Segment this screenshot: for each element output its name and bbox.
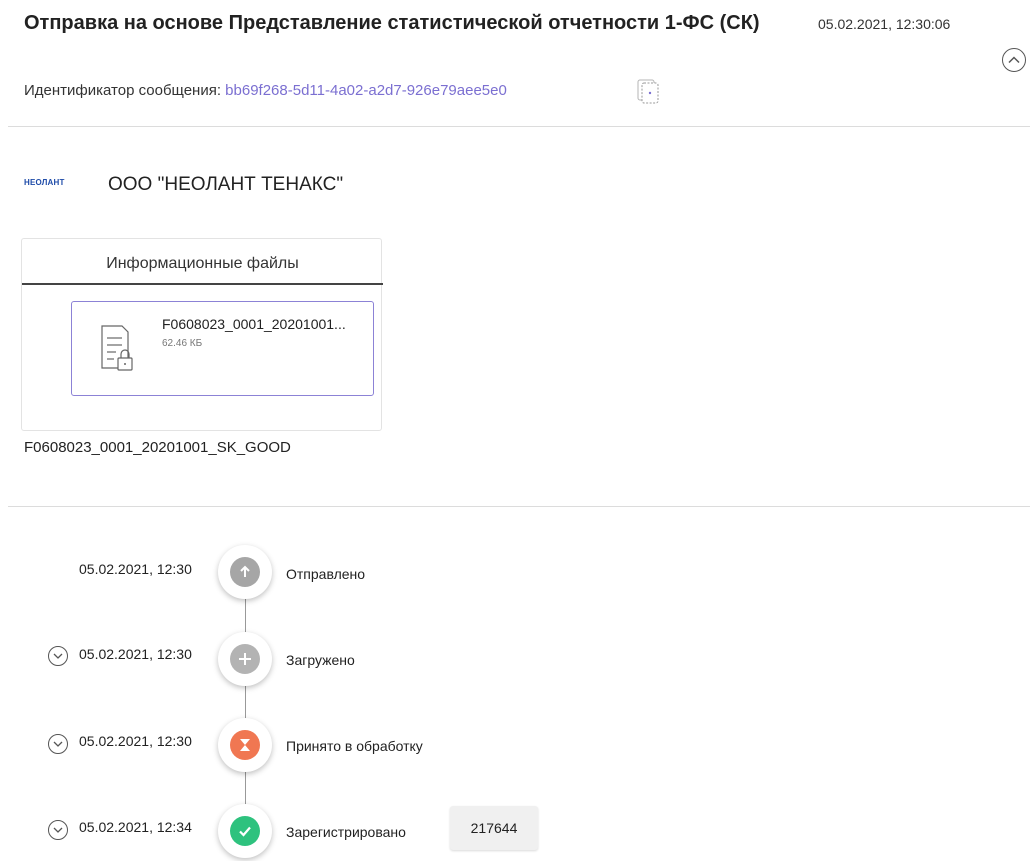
arrow-up-icon: [230, 557, 260, 587]
message-id-label: Идентификатор сообщения:: [24, 82, 226, 99]
organization-name: ООО "НЕОЛАНТ ТЕНАКС": [108, 174, 344, 195]
timeline-date: 05.02.2021, 12:34: [79, 819, 192, 835]
expand-button[interactable]: [48, 646, 68, 666]
chevron-down-icon: [53, 741, 63, 747]
message-id-value[interactable]: bb69f268-5d11-4a02-a2d7-926e79aee5e0: [225, 82, 507, 99]
timeline-status: Зарегистрировано: [286, 824, 406, 840]
timeline-date: 05.02.2021, 12:30: [79, 646, 192, 662]
files-panel: Информационные файлы F0608023_0001_20201…: [21, 238, 383, 431]
hourglass-icon: [230, 730, 260, 760]
timeline-connector: [245, 772, 246, 806]
plus-icon: [230, 644, 260, 674]
header-datetime: 05.02.2021, 12:30:06: [818, 16, 951, 32]
file-caption: F0608023_0001_20201001_SK_GOOD: [24, 439, 291, 456]
file-size: 62.46 КБ: [162, 338, 203, 349]
chevron-down-icon: [53, 827, 63, 833]
page-title: Отправка на основе Представление статист…: [24, 12, 760, 34]
organization-logo: НЕОЛАНТ: [24, 178, 65, 187]
message-id: Идентификатор сообщения: bb69f268-5d11-4…: [24, 82, 507, 99]
encrypted-document-icon: [100, 324, 140, 381]
timeline-status: Загружено: [286, 652, 355, 668]
timeline-node: [218, 632, 272, 686]
registration-number-badge: 217644: [450, 806, 538, 850]
divider: [8, 126, 1030, 127]
timeline-node: [218, 718, 272, 772]
divider: [8, 506, 1030, 507]
expand-button[interactable]: [48, 820, 68, 840]
copy-icon[interactable]: [636, 78, 660, 109]
timeline-status: Отправлено: [286, 566, 366, 582]
file-card[interactable]: F0608023_0001_20201001... 62.46 КБ: [71, 301, 374, 396]
chevron-down-icon: [53, 653, 63, 659]
check-icon: [230, 816, 260, 846]
timeline-node: [218, 545, 272, 599]
timeline-date: 05.02.2021, 12:30: [79, 561, 192, 577]
timeline-connector: [245, 686, 246, 720]
timeline-node: [218, 804, 272, 858]
collapse-button[interactable]: [1002, 48, 1026, 72]
timeline-connector: [245, 598, 246, 634]
timeline-status: Принято в обработку: [286, 738, 423, 754]
timeline-date: 05.02.2021, 12:30: [79, 733, 192, 749]
expand-button[interactable]: [48, 734, 68, 754]
chevron-up-icon: [1008, 56, 1020, 64]
tab-information-files[interactable]: Информационные файлы: [22, 239, 383, 285]
file-name: F0608023_0001_20201001...: [162, 316, 346, 332]
